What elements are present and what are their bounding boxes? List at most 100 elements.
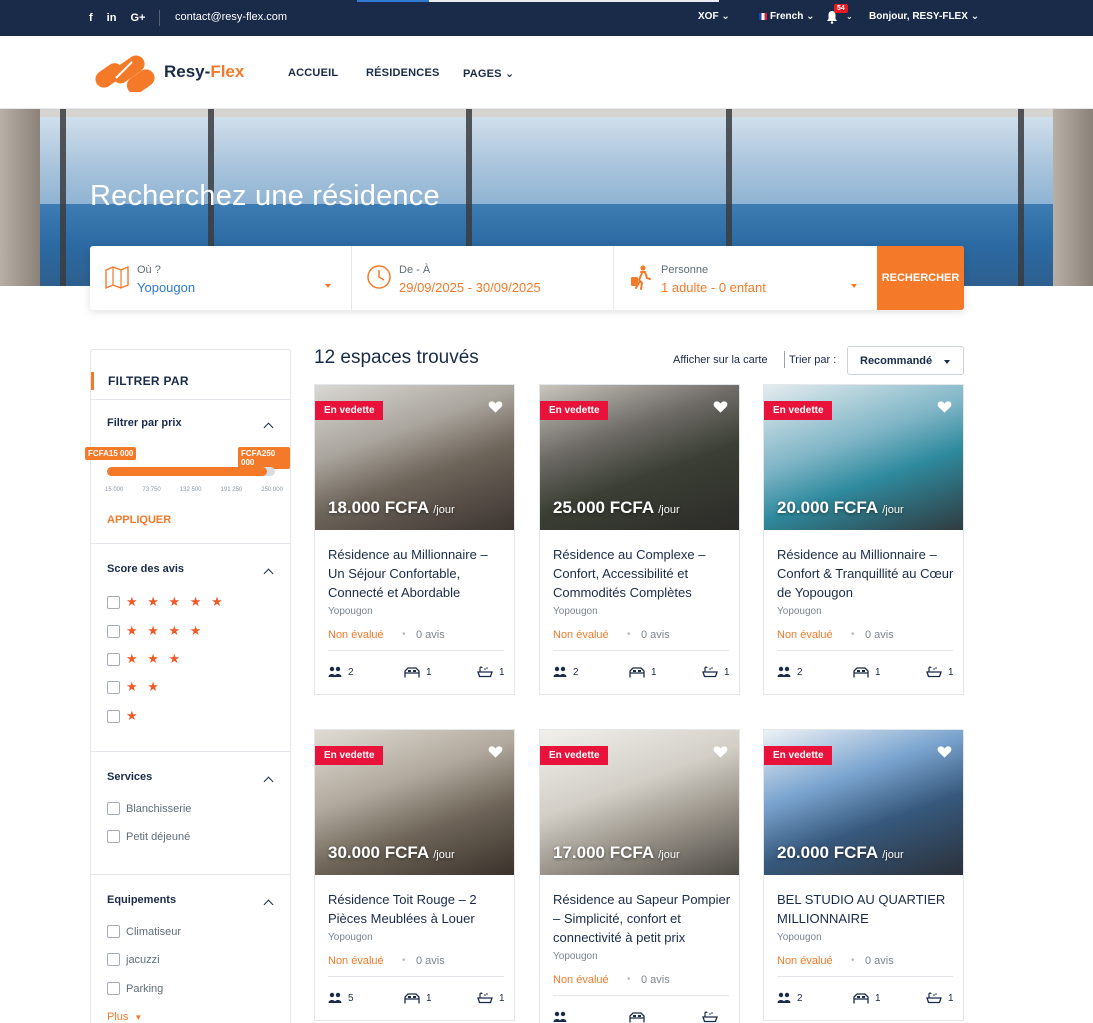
show-on-map-link[interactable]: Afficher sur la carte xyxy=(673,354,768,366)
guests-field[interactable]: Personne 1 adulte - 0 enfant xyxy=(614,246,877,310)
guests-count: 2 xyxy=(777,666,803,678)
google-plus-icon[interactable]: G+ xyxy=(130,12,145,24)
checkbox[interactable] xyxy=(107,802,120,815)
caret-down-icon xyxy=(851,284,857,288)
listing-title[interactable]: Résidence au Sapeur Pompier – Simplicité… xyxy=(553,890,731,947)
featured-badge: En vedette xyxy=(764,746,832,765)
baths-value: 1 xyxy=(724,666,730,678)
location-field[interactable]: Où ? Yopougon xyxy=(90,246,352,310)
favorite-heart-icon[interactable] xyxy=(488,400,503,414)
listing-title[interactable]: Résidence au Millionnaire – Confort & Tr… xyxy=(777,545,955,602)
beds-value: 1 xyxy=(426,992,432,1004)
listing-photo[interactable]: En vedette 17.000 FCFA /jour xyxy=(540,730,739,875)
favorite-heart-icon[interactable] xyxy=(713,400,728,414)
chevron-up-icon[interactable] xyxy=(263,899,274,910)
date-range-field[interactable]: De - À 29/09/2025 - 30/09/2025 xyxy=(352,246,614,310)
checkbox[interactable] xyxy=(107,595,120,609)
price-tick: 132 500 xyxy=(179,487,202,493)
services-section: Services Blanchisserie Petit déjeuné xyxy=(91,751,290,874)
site-logo[interactable]: Resy-Flex xyxy=(92,52,244,92)
favorite-heart-icon[interactable] xyxy=(488,745,503,759)
listing-photo[interactable]: En vedette 25.000 FCFA /jour xyxy=(540,385,739,530)
listing-card[interactable]: En vedette 20.000 FCFA /jour BEL STUDIO AU… xyxy=(763,729,964,1021)
checkbox[interactable] xyxy=(107,925,120,938)
listing-photo[interactable]: En vedette 30.000 FCFA /jour xyxy=(315,730,514,875)
listing-title[interactable]: Résidence au Millionnaire – Un Séjour Co… xyxy=(328,545,506,602)
guests-icon xyxy=(328,666,342,677)
listing-card[interactable]: En vedette 17.000 FCFA /jour Résidence au … xyxy=(539,729,740,1023)
chevron-up-icon[interactable] xyxy=(263,568,274,579)
listing-card[interactable]: En vedette 30.000 FCFA /jour Résidence Toi… xyxy=(314,729,515,1021)
linkedin-icon[interactable]: in xyxy=(107,12,117,24)
listing-card[interactable]: En vedette 25.000 FCFA /jour Résidence au … xyxy=(539,384,740,695)
listing-title[interactable]: Résidence au Complexe – Confort, Accessi… xyxy=(553,545,731,602)
favorite-heart-icon[interactable] xyxy=(937,400,952,414)
sort-dropdown[interactable]: Recommandé xyxy=(847,346,964,375)
price-tick: 250 000 xyxy=(261,487,283,493)
listing-price: 18.000 FCFA /jour xyxy=(328,498,455,518)
price-range-fill[interactable] xyxy=(107,467,267,476)
user-menu[interactable]: Bonjour, RESY-FLEX ⌄ xyxy=(869,11,979,22)
chevron-up-icon[interactable] xyxy=(263,776,274,787)
currency-selector[interactable]: XOF ⌄ xyxy=(698,11,730,22)
location-value: Yopougon xyxy=(137,280,196,295)
checkbox[interactable] xyxy=(107,680,120,694)
equipment-option-jacuzzi[interactable]: jacuzzi xyxy=(107,953,160,966)
review-option-2[interactable]: ★ ★ xyxy=(107,679,162,695)
checkbox[interactable] xyxy=(107,953,120,966)
apply-button[interactable]: APPLIQUER xyxy=(107,514,171,526)
separator-dot: • xyxy=(627,974,631,985)
listing-title[interactable]: Résidence Toit Rouge – 2 Pièces Meublées… xyxy=(328,890,506,928)
checkbox[interactable] xyxy=(107,624,120,638)
price-value: 30.000 FCFA xyxy=(328,843,429,862)
review-score-title: Score des avis xyxy=(107,563,185,575)
listing-reviews-count: 0 avis xyxy=(865,629,894,641)
listing-price: 30.000 FCFA /jour xyxy=(328,843,455,863)
listing-title[interactable]: BEL STUDIO AU QUARTIER MILLIONNAIRE xyxy=(777,890,955,928)
price-range-slider[interactable] xyxy=(107,467,275,476)
checkbox[interactable] xyxy=(107,982,120,995)
review-option-1[interactable]: ★ xyxy=(107,708,141,724)
service-option-blanchisserie[interactable]: Blanchisserie xyxy=(107,802,191,815)
listing-rating: Non évalué xyxy=(553,974,609,986)
review-score-section: Score des avis ★ ★ ★ ★ ★ ★ ★ ★ ★ ★ ★ ★ ★… xyxy=(91,543,290,751)
services-title: Services xyxy=(107,771,153,783)
more-equipment-link[interactable]: Plus ▼ xyxy=(107,1011,142,1023)
review-option-3[interactable]: ★ ★ ★ xyxy=(107,651,183,667)
contact-email-link[interactable]: contact@resy-flex.com xyxy=(175,11,287,23)
service-label: Petit déjeuné xyxy=(126,830,191,843)
listing-photo[interactable]: En vedette 18.000 FCFA /jour xyxy=(315,385,514,530)
listing-card[interactable]: En vedette 18.000 FCFA /jour Résidence au … xyxy=(314,384,515,695)
chevron-up-icon[interactable] xyxy=(263,422,274,433)
service-option-petit-dejeune[interactable]: Petit déjeuné xyxy=(107,830,190,843)
listing-location: Yopougon xyxy=(328,932,373,943)
featured-badge: En vedette xyxy=(540,746,608,765)
facebook-icon[interactable]: f xyxy=(89,12,93,24)
review-option-4[interactable]: ★ ★ ★ ★ xyxy=(107,623,204,639)
map-icon xyxy=(105,265,129,290)
chevron-down-icon[interactable]: ⌄ xyxy=(846,12,853,21)
checkbox[interactable] xyxy=(107,709,120,723)
nav-residences[interactable]: RÉSIDENCES xyxy=(366,67,440,79)
listing-location: Yopougon xyxy=(777,932,822,943)
guests-count: 2 xyxy=(553,666,579,678)
beds-count: 1 xyxy=(853,666,881,678)
loading-bar xyxy=(357,0,429,2)
equipment-option-parking[interactable]: Parking xyxy=(107,982,163,995)
language-selector[interactable]: French ⌄ xyxy=(759,11,815,22)
window-frame xyxy=(60,109,66,286)
review-option-5[interactable]: ★ ★ ★ ★ ★ xyxy=(107,594,226,610)
listing-card[interactable]: En vedette 20.000 FCFA /jour Résidence au … xyxy=(763,384,964,695)
listing-photo[interactable]: En vedette 20.000 FCFA /jour xyxy=(764,730,963,875)
favorite-heart-icon[interactable] xyxy=(713,745,728,759)
search-button[interactable]: RECHERCHER xyxy=(877,246,964,310)
listing-photo[interactable]: En vedette 20.000 FCFA /jour xyxy=(764,385,963,530)
favorite-heart-icon[interactable] xyxy=(937,745,952,759)
nav-pages[interactable]: PAGES ⌄ xyxy=(463,67,514,80)
checkbox[interactable] xyxy=(107,830,120,843)
checkbox[interactable] xyxy=(107,652,120,666)
language-label: French xyxy=(770,11,804,22)
equipment-option-climatiseur[interactable]: Climatiseur xyxy=(107,925,181,938)
window-frame xyxy=(1018,109,1024,286)
nav-accueil[interactable]: ACCUEIL xyxy=(288,67,338,79)
